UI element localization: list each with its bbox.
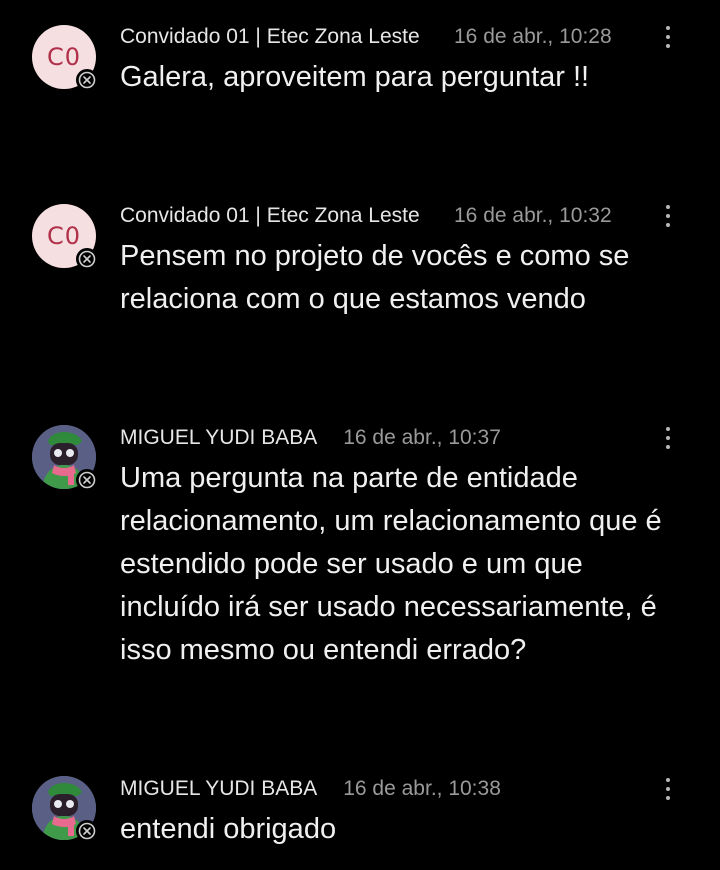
message-text: Pensem no projeto de vocês e como se rel… [120,240,630,315]
message-timestamp: 16 de abr., 10:28 [454,25,612,48]
message-timestamp: 16 de abr., 10:38 [343,777,501,800]
avatar[interactable] [32,776,98,842]
message-timestamp: 16 de abr., 10:32 [454,204,612,227]
message-header: Convidado 01 | Etec Zona Leste 16 de abr… [120,22,612,52]
message-header: Convidado 01 | Etec Zona Leste 16 de abr… [120,201,612,231]
more-vertical-icon[interactable] [656,201,680,231]
message-timestamp: 16 de abr., 10:37 [343,426,501,449]
more-vertical-icon[interactable] [656,22,680,52]
message-header: MIGUEL YUDI BABA 16 de abr., 10:38 [120,774,501,804]
author-name[interactable]: Convidado 01 | Etec Zona Leste [120,25,422,49]
avatar[interactable]: C0 [32,25,98,91]
author-name[interactable]: MIGUEL YUDI BABA [120,426,317,450]
offline-status-icon [76,248,98,270]
more-vertical-icon[interactable] [656,774,680,804]
offline-status-icon [76,469,98,491]
message-text: Uma pergunta na parte de entidade relaci… [120,462,662,666]
message-text: entendi obrigado [120,813,337,845]
chat-feed: C0 Convidado 01 | Etec Zona Leste 16 de … [0,0,720,870]
more-vertical-icon[interactable] [656,423,680,453]
avatar[interactable] [32,425,98,491]
message-header: MIGUEL YUDI BABA 16 de abr., 10:37 [120,423,501,453]
author-name[interactable]: MIGUEL YUDI BABA [120,777,317,801]
avatar[interactable]: C0 [32,204,98,270]
offline-status-icon [76,69,98,91]
author-name[interactable]: Convidado 01 | Etec Zona Leste [120,204,422,228]
message-text: Galera, aproveitem para perguntar !! [120,61,590,93]
offline-status-icon [76,820,98,842]
